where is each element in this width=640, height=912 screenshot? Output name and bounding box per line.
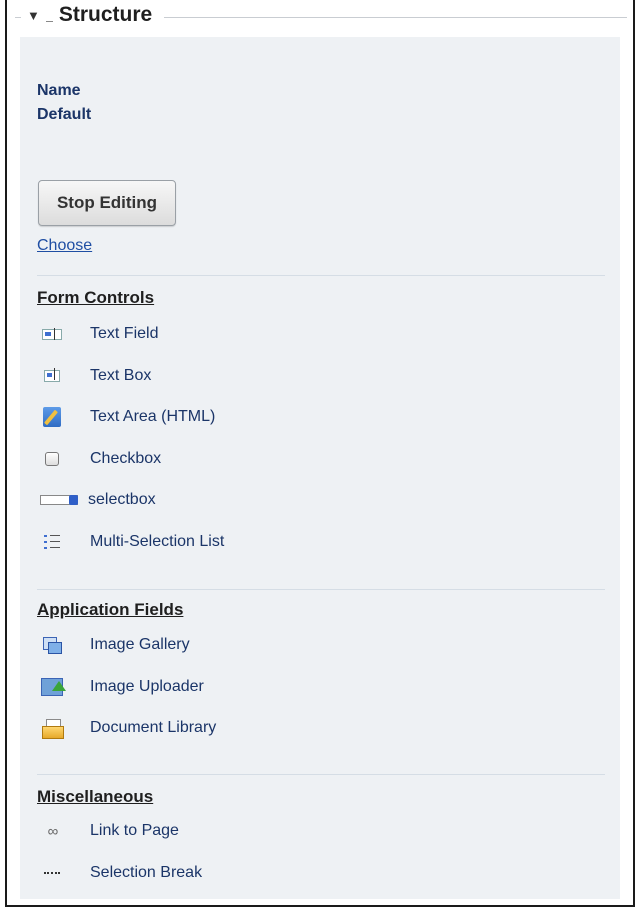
structure-toggle[interactable]: ▼ Structure: [21, 3, 165, 27]
selection-break-icon: [40, 862, 64, 884]
item-label: Text Field: [90, 325, 159, 342]
item-text-box[interactable]: Text Box: [40, 363, 151, 389]
section-title-application-fields: Application Fields: [37, 600, 184, 619]
multi-selection-list-icon: [40, 531, 64, 553]
item-label: Image Uploader: [90, 678, 204, 695]
structure-title: Structure: [58, 3, 153, 26]
collapse-triangle-icon[interactable]: ▼: [27, 8, 40, 23]
item-selectbox[interactable]: selectbox: [40, 487, 156, 513]
structure-header: ▼ Structure: [15, 0, 627, 36]
selectbox-icon: [40, 489, 84, 511]
stop-editing-button[interactable]: Stop Editing: [38, 180, 176, 226]
separator: [37, 774, 605, 775]
item-checkbox[interactable]: Checkbox: [40, 446, 161, 472]
default-label: Default: [37, 106, 92, 123]
item-text-field[interactable]: Text Field: [40, 321, 158, 347]
text-box-icon: [40, 365, 64, 387]
item-label: Text Area (HTML): [90, 408, 216, 425]
section-title-form-controls: Form Controls: [37, 288, 155, 307]
item-link-to-page[interactable]: ∞ Link to Page: [40, 818, 179, 844]
item-label: Text Box: [90, 367, 152, 384]
section-title-miscellaneous: Miscellaneous: [37, 787, 154, 806]
item-label: Multi-Selection List: [90, 533, 225, 550]
text-field-icon: [40, 323, 64, 345]
item-label: Checkbox: [90, 450, 162, 467]
text-area-icon: [40, 406, 64, 428]
item-label: Selection Break: [90, 864, 203, 881]
separator: [37, 275, 605, 276]
item-image-gallery[interactable]: Image Gallery: [40, 632, 190, 658]
document-library-icon: [40, 717, 64, 739]
item-selection-break[interactable]: Selection Break: [40, 860, 202, 886]
item-document-library[interactable]: Document Library: [40, 715, 216, 741]
meta-block: Name Default: [37, 79, 91, 127]
item-label: Image Gallery: [90, 636, 190, 653]
link-icon: ∞: [47, 822, 59, 840]
item-multi-selection-list[interactable]: Multi-Selection List: [40, 529, 224, 555]
item-label: Document Library: [90, 719, 217, 736]
image-gallery-icon: [40, 634, 64, 656]
image-uploader-icon: [40, 676, 66, 698]
item-image-uploader[interactable]: Image Uploader: [40, 674, 204, 700]
choose-link[interactable]: Choose: [37, 237, 92, 255]
separator: [37, 589, 605, 590]
structure-panel-body: Name Default Stop Editing Choose Form Co…: [20, 37, 620, 899]
header-dash: [45, 20, 53, 22]
item-label: Link to Page: [90, 822, 179, 839]
checkbox-icon: [40, 448, 64, 470]
item-label: selectbox: [88, 491, 156, 508]
name-label: Name: [37, 82, 81, 99]
item-text-area[interactable]: Text Area (HTML): [40, 404, 215, 430]
structure-panel-frame: ▼ Structure Name Default Stop Editing Ch…: [5, 0, 635, 907]
